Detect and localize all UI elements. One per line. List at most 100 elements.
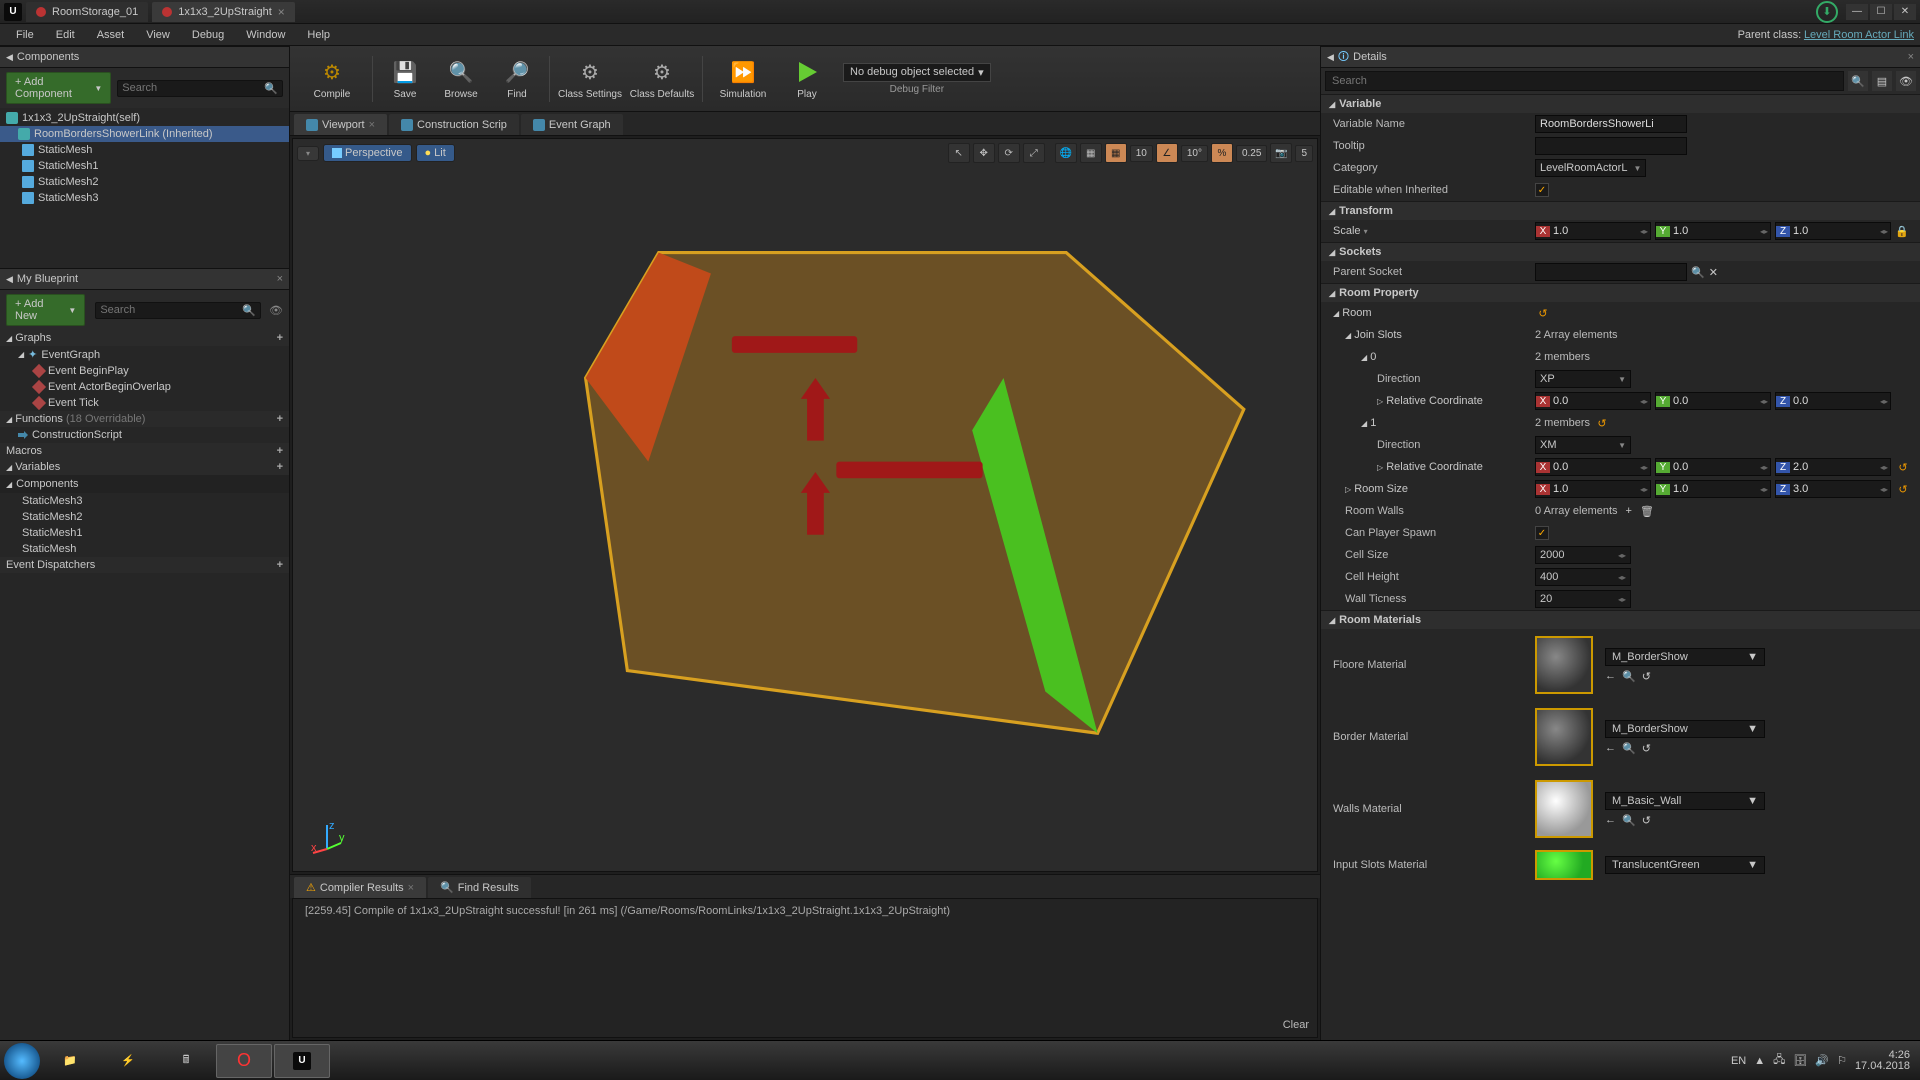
component-item[interactable]: StaticMesh3 xyxy=(0,190,289,206)
variable-item[interactable]: StaticMesh1 xyxy=(0,525,289,541)
prop-relative-coord-label[interactable]: ▷ Relative Coordinate xyxy=(1321,395,1535,407)
coord-z[interactable]: Z◂▸ xyxy=(1775,392,1891,410)
category-room-materials[interactable]: ◢Room Materials xyxy=(1321,610,1920,629)
material-thumbnail[interactable] xyxy=(1535,708,1593,766)
components-subsection[interactable]: ◢Components xyxy=(0,475,289,493)
coord-y[interactable]: Y◂▸ xyxy=(1655,458,1771,476)
close-icon[interactable]: × xyxy=(277,273,283,285)
start-button[interactable] xyxy=(4,1043,40,1079)
taskbar-unreal[interactable]: U xyxy=(274,1044,330,1078)
category-combo[interactable]: LevelRoomActorL▼ xyxy=(1535,159,1646,177)
variables-section[interactable]: ◢ Variables+ xyxy=(0,459,289,475)
browse-icon[interactable]: 🔍 xyxy=(1622,670,1636,683)
walls-material-combo[interactable]: M_Basic_Wall▼ xyxy=(1605,792,1765,810)
world-local-icon[interactable]: 🌐 xyxy=(1055,143,1077,163)
coord-z[interactable]: Z◂▸ xyxy=(1775,458,1891,476)
component-item[interactable]: StaticMesh xyxy=(0,142,289,158)
camera-speed-icon[interactable]: 📷 xyxy=(1270,143,1292,163)
cell-height-input[interactable]: 400◂▸ xyxy=(1535,568,1631,586)
select-mode-icon[interactable]: ↖ xyxy=(948,143,970,163)
size-z[interactable]: Z◂▸ xyxy=(1775,480,1891,498)
reset-icon[interactable]: ↺ xyxy=(1642,814,1651,827)
reset-icon[interactable]: ↺ xyxy=(1895,459,1911,475)
taskbar-app[interactable]: ⚡ xyxy=(100,1044,156,1078)
menu-debug[interactable]: Debug xyxy=(182,27,234,43)
eye-icon[interactable]: 👁 xyxy=(1896,71,1916,91)
add-new-button[interactable]: + Add New ▼ xyxy=(6,294,85,326)
input-slots-material-combo[interactable]: TranslucentGreen▼ xyxy=(1605,856,1765,874)
menu-help[interactable]: Help xyxy=(297,27,340,43)
scale-x-input[interactable]: X◂▸ xyxy=(1535,222,1651,240)
lit-button[interactable]: ●Lit xyxy=(416,144,455,162)
direction-combo[interactable]: XM▼ xyxy=(1535,436,1631,454)
taskbar-opera[interactable]: O xyxy=(216,1044,272,1078)
reset-icon[interactable]: ↺ xyxy=(1895,481,1911,497)
parent-class-link[interactable]: Level Room Actor Link xyxy=(1804,29,1914,41)
maximize-button[interactable]: ☐ xyxy=(1870,4,1892,20)
search-icon[interactable]: 🔍 xyxy=(1691,266,1705,279)
language-indicator[interactable]: EN xyxy=(1731,1055,1746,1067)
tab-find-results[interactable]: 🔍Find Results xyxy=(428,877,531,898)
coord-x[interactable]: X◂▸ xyxy=(1535,392,1651,410)
minimize-button[interactable]: — xyxy=(1846,4,1868,20)
coord-x[interactable]: X◂▸ xyxy=(1535,458,1651,476)
tab-viewport[interactable]: Viewport× xyxy=(294,114,387,135)
panel-arrow-icon[interactable]: ◀ xyxy=(6,274,13,285)
viewport-menu[interactable]: ▾ xyxy=(297,146,319,161)
event-item[interactable]: Event Tick xyxy=(0,395,289,411)
variable-item[interactable]: StaticMesh3 xyxy=(0,493,289,509)
perspective-button[interactable]: Perspective xyxy=(323,144,411,162)
reset-icon[interactable]: ↺ xyxy=(1642,742,1651,755)
size-x[interactable]: X◂▸ xyxy=(1535,480,1651,498)
class-defaults-button[interactable]: ⚙Class Defaults xyxy=(626,50,698,108)
prop-room-size-label[interactable]: ▷ Room Size xyxy=(1321,483,1535,495)
surface-snap-icon[interactable]: ▦ xyxy=(1080,143,1102,163)
tab-compiler-results[interactable]: ⚠Compiler Results× xyxy=(294,877,426,898)
scale-y-input[interactable]: Y◂▸ xyxy=(1655,222,1771,240)
border-material-combo[interactable]: M_BorderShow▼ xyxy=(1605,720,1765,738)
scale-mode-icon[interactable]: ⤢ xyxy=(1023,143,1045,163)
menu-view[interactable]: View xyxy=(136,27,180,43)
clear-button[interactable]: Clear xyxy=(1283,1019,1309,1031)
menu-file[interactable]: File xyxy=(6,27,44,43)
tray-icon[interactable]: ▲ xyxy=(1754,1055,1765,1067)
components-root[interactable]: 1x1x3_2UpStraight(self) xyxy=(0,110,289,126)
tab-construction[interactable]: Construction Scrip xyxy=(389,114,519,135)
material-thumbnail[interactable] xyxy=(1535,780,1593,838)
angle-snap-toggle[interactable]: ∠ xyxy=(1156,143,1178,163)
panel-arrow-icon[interactable]: ◀ xyxy=(1327,52,1334,63)
graphs-section[interactable]: ◢ Graphs+ xyxy=(0,330,289,346)
reset-icon[interactable]: ↺ xyxy=(1594,415,1610,431)
compile-button[interactable]: ⚙Compile xyxy=(296,50,368,108)
play-button[interactable]: Play xyxy=(779,50,835,108)
rotate-mode-icon[interactable]: ⟳ xyxy=(998,143,1020,163)
scale-snap-value[interactable]: 0.25 xyxy=(1236,145,1267,162)
floor-material-combo[interactable]: M_BorderShow▼ xyxy=(1605,648,1765,666)
debug-object-combo[interactable]: No debug object selected▾ xyxy=(843,63,991,82)
camera-speed-value[interactable]: 5 xyxy=(1295,145,1313,162)
direction-combo[interactable]: XP▼ xyxy=(1535,370,1631,388)
can-spawn-checkbox[interactable]: ✓ xyxy=(1535,526,1549,540)
coord-y[interactable]: Y◂▸ xyxy=(1655,392,1771,410)
component-item[interactable]: StaticMesh1 xyxy=(0,158,289,174)
close-icon[interactable]: × xyxy=(408,882,414,894)
category-transform[interactable]: ◢Transform xyxy=(1321,201,1920,220)
browse-button[interactable]: 🔍Browse xyxy=(433,50,489,108)
cell-size-input[interactable]: 2000◂▸ xyxy=(1535,546,1631,564)
lock-icon[interactable]: 🔒 xyxy=(1895,225,1909,238)
tray-icon[interactable]: ⚐ xyxy=(1837,1054,1847,1067)
category-variable[interactable]: ◢Variable xyxy=(1321,94,1920,113)
menu-edit[interactable]: Edit xyxy=(46,27,85,43)
variable-name-input[interactable] xyxy=(1535,115,1687,133)
scale-snap-toggle[interactable]: % xyxy=(1211,143,1233,163)
size-y[interactable]: Y◂▸ xyxy=(1655,480,1771,498)
event-item[interactable]: Event ActorBeginOverlap xyxy=(0,379,289,395)
details-search-input[interactable] xyxy=(1325,71,1844,91)
grid-snap-toggle[interactable]: ▦ xyxy=(1105,143,1127,163)
function-item[interactable]: ConstructionScript xyxy=(0,427,289,443)
variable-item[interactable]: StaticMesh xyxy=(0,541,289,557)
use-selected-icon[interactable]: ← xyxy=(1605,742,1616,755)
grid-snap-value[interactable]: 10 xyxy=(1130,145,1153,162)
use-selected-icon[interactable]: ← xyxy=(1605,670,1616,683)
menu-asset[interactable]: Asset xyxy=(87,27,135,43)
